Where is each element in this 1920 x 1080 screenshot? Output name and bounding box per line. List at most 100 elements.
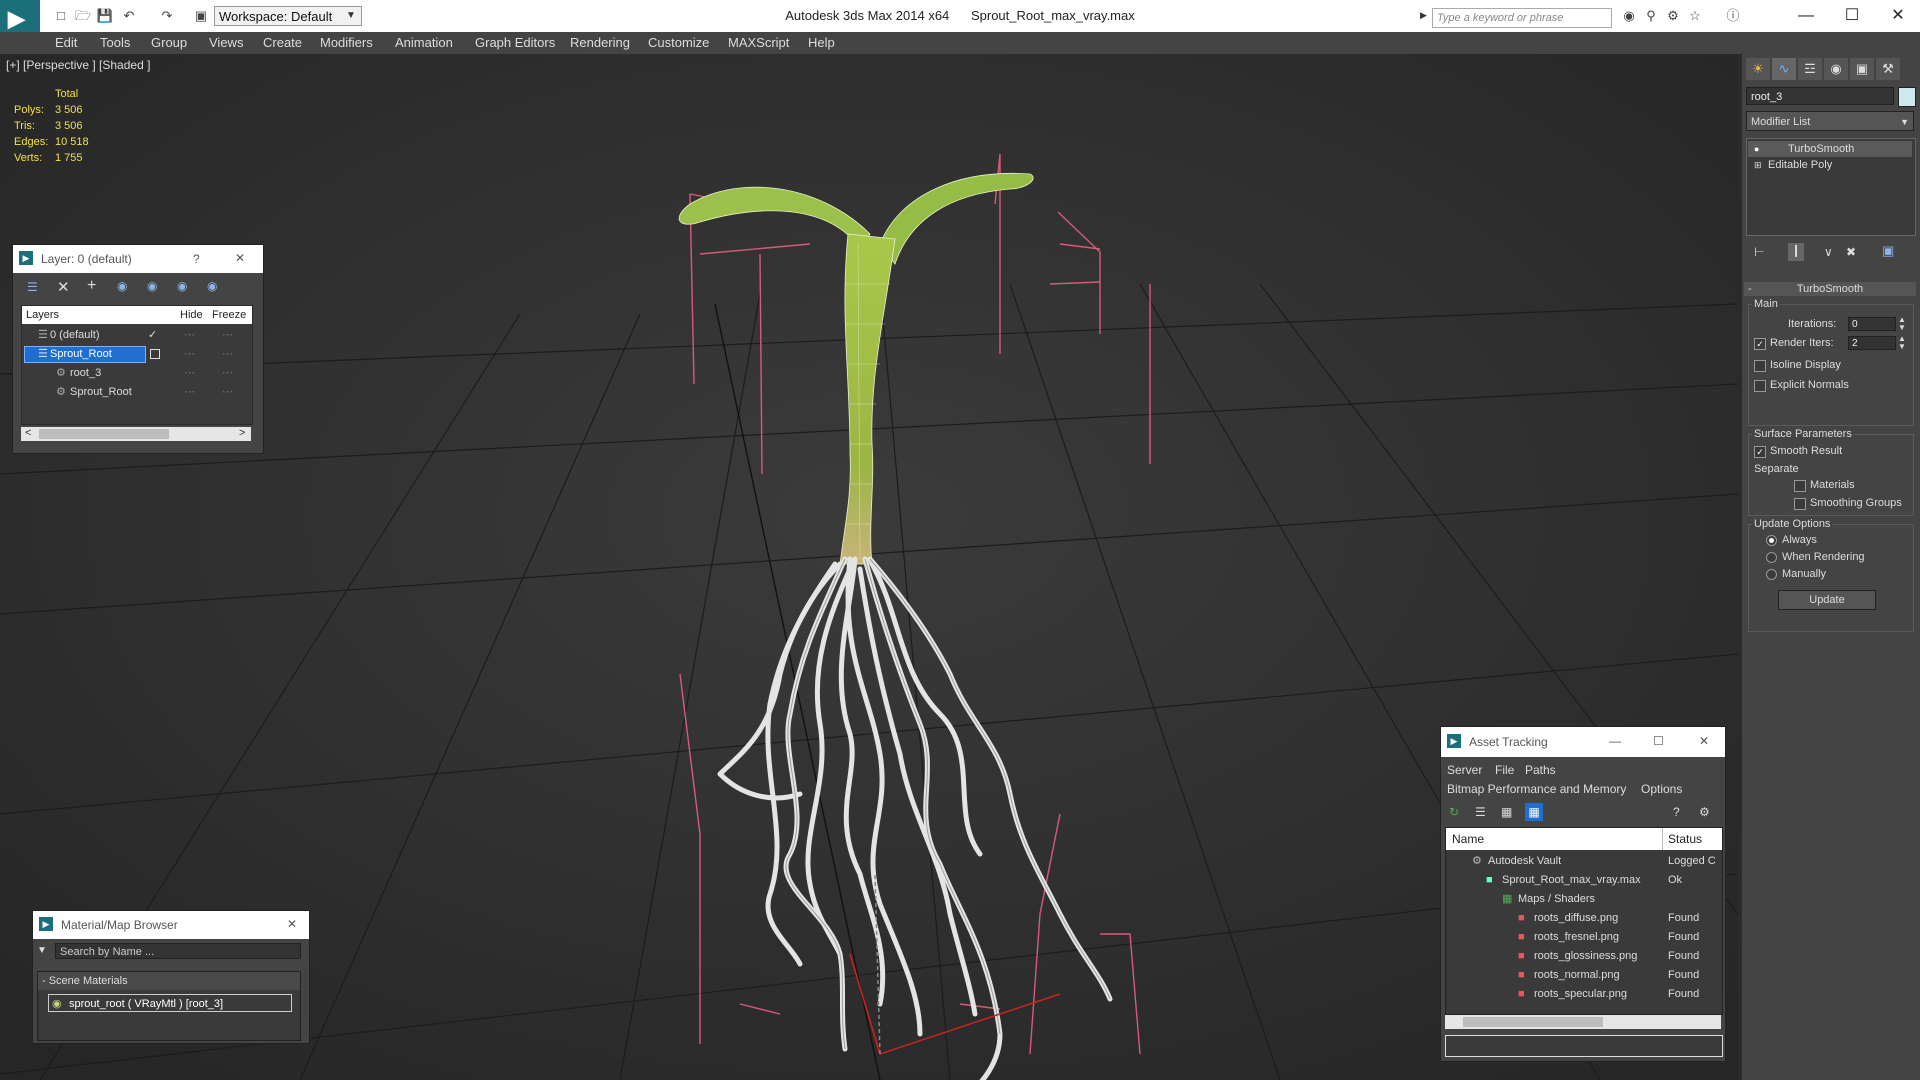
- layer-row[interactable]: ☰ 0 (default) ✓ ⋯ ⋯: [22, 326, 252, 345]
- stack-item-editable-poly[interactable]: ⊞ Editable Poly: [1748, 157, 1912, 173]
- hierarchy-tab-icon[interactable]: ☲: [1798, 58, 1822, 80]
- render-iters-checkbox[interactable]: ✓: [1754, 338, 1766, 350]
- minimize-button[interactable]: —: [1786, 4, 1826, 28]
- maximize-button[interactable]: ☐: [1653, 734, 1664, 748]
- help-icon[interactable]: ⓘ: [1724, 7, 1742, 25]
- table-row[interactable]: ■ Sprout_Root_max_vray.max Ok: [1446, 871, 1722, 890]
- smooth-result-checkbox[interactable]: ✓: [1754, 446, 1766, 458]
- col-hide[interactable]: Hide: [180, 309, 203, 321]
- undo-icon[interactable]: ↶: [120, 7, 138, 25]
- project-folder-icon[interactable]: ▣: [192, 7, 210, 25]
- hide-all-icon[interactable]: ◉: [177, 279, 187, 293]
- menu-graph-editors[interactable]: Graph Editors: [475, 35, 555, 50]
- collapse-icon[interactable]: -: [1748, 282, 1752, 296]
- freeze-toggle[interactable]: ⋯: [222, 364, 233, 383]
- update-manually-radio[interactable]: [1766, 569, 1777, 580]
- freeze-toggle[interactable]: ⋯: [222, 326, 233, 345]
- menu-server[interactable]: Server: [1447, 763, 1482, 777]
- col-freeze[interactable]: Freeze: [212, 309, 246, 321]
- expand-plus-icon[interactable]: ⊞: [1754, 157, 1762, 173]
- close-button[interactable]: ✕: [235, 251, 245, 265]
- key-icon[interactable]: ⚲: [1642, 7, 1660, 25]
- menu-paths[interactable]: Paths: [1525, 763, 1556, 777]
- make-unique-icon[interactable]: ∨: [1824, 245, 1833, 259]
- menu-animation[interactable]: Animation: [395, 35, 453, 50]
- communication-icon[interactable]: ⚙: [1664, 7, 1682, 25]
- redo-icon[interactable]: ↷: [158, 7, 176, 25]
- motion-tab-icon[interactable]: ◉: [1824, 58, 1848, 80]
- freeze-toggle[interactable]: ⋯: [222, 383, 233, 402]
- menu-create[interactable]: Create: [263, 35, 302, 50]
- grid-view-icon[interactable]: ▦: [1525, 803, 1543, 821]
- open-file-icon[interactable]: 🗁: [74, 7, 92, 25]
- col-layers[interactable]: Layers: [26, 309, 59, 321]
- modify-tab-icon[interactable]: ∿: [1772, 58, 1796, 80]
- binoculars-icon[interactable]: ◉: [1620, 7, 1638, 25]
- menu-group[interactable]: Group: [151, 35, 187, 50]
- active-check-icon[interactable]: ✓: [148, 326, 157, 345]
- browser-options-icon[interactable]: ▼: [37, 945, 47, 956]
- pin-stack-icon[interactable]: ⊢: [1754, 245, 1764, 259]
- save-file-icon[interactable]: 💾: [96, 7, 114, 25]
- layer-panel-header[interactable]: ▶ Layer: 0 (default) ? ✕: [13, 245, 263, 273]
- freeze-toggle[interactable]: ⋯: [222, 345, 233, 364]
- create-tab-icon[interactable]: ☀: [1746, 58, 1770, 80]
- chevron-down-icon[interactable]: ▼: [346, 7, 360, 25]
- menu-rendering[interactable]: Rendering: [570, 35, 630, 50]
- separate-smoothing-groups-checkbox[interactable]: [1794, 498, 1806, 510]
- lightbulb-icon[interactable]: ●: [1754, 141, 1759, 157]
- explicit-normals-checkbox[interactable]: [1754, 380, 1766, 392]
- layer-row[interactable]: ☰ Sprout_Root ⋯ ⋯: [22, 345, 252, 364]
- update-when-rendering-radio[interactable]: [1766, 552, 1777, 563]
- menu-file[interactable]: File: [1495, 763, 1514, 777]
- scroll-thumb[interactable]: [1463, 1017, 1603, 1027]
- object-row[interactable]: ⚙ Sprout_Root ⋯ ⋯: [22, 383, 252, 402]
- maximize-button[interactable]: ☐: [1832, 4, 1872, 28]
- menu-edit[interactable]: Edit: [55, 35, 77, 50]
- scroll-left-button[interactable]: <: [25, 427, 31, 439]
- configure-modifier-sets-icon[interactable]: ▣: [1882, 243, 1894, 259]
- spinner-arrows-icon[interactable]: ▲ ▼: [1898, 316, 1906, 332]
- turbosmooth-rollout-header[interactable]: - TurboSmooth: [1744, 282, 1916, 296]
- table-row[interactable]: ■ roots_specular.png Found: [1446, 985, 1722, 1004]
- hide-toggle[interactable]: ⋯: [184, 383, 195, 402]
- horizontal-scrollbar[interactable]: < >: [21, 427, 251, 441]
- menu-modifiers[interactable]: Modifiers: [320, 35, 373, 50]
- refresh-icon[interactable]: ↻: [1449, 805, 1459, 819]
- object-color-swatch[interactable]: [1898, 87, 1916, 107]
- hide-toggle[interactable]: ⋯: [184, 345, 195, 364]
- iterations-spinner[interactable]: 0: [1848, 317, 1896, 331]
- asset-path-field[interactable]: [1445, 1035, 1723, 1057]
- menu-bitmap-performance[interactable]: Bitmap Performance and Memory: [1447, 782, 1626, 796]
- modifier-list-dropdown[interactable]: Modifier List ▼: [1746, 111, 1914, 131]
- help-button[interactable]: ?: [193, 252, 200, 266]
- help-icon[interactable]: ?: [1673, 805, 1680, 819]
- search-expand-icon[interactable]: ▶: [1420, 10, 1427, 21]
- isoline-display-checkbox[interactable]: [1754, 360, 1766, 372]
- asset-tracking-header[interactable]: ▶ Asset Tracking — ☐ ✕: [1441, 727, 1725, 757]
- table-row[interactable]: ■ roots_diffuse.png Found: [1446, 909, 1722, 928]
- set-active-box[interactable]: [150, 349, 160, 359]
- separate-materials-checkbox[interactable]: [1794, 480, 1806, 492]
- close-button[interactable]: ✕: [1699, 734, 1709, 748]
- object-row[interactable]: ⚙ root_3 ⋯ ⋯: [22, 364, 252, 383]
- table-row[interactable]: ■ roots_glossiness.png Found: [1446, 947, 1722, 966]
- search-by-name-input[interactable]: Search by Name ...: [55, 943, 301, 959]
- scroll-thumb[interactable]: [39, 429, 169, 439]
- menu-maxscript[interactable]: MAXScript: [728, 35, 789, 50]
- new-file-icon[interactable]: □: [52, 7, 70, 25]
- scene-materials-group[interactable]: - Scene Materials: [38, 972, 300, 990]
- settings-icon[interactable]: ⚙: [1699, 805, 1710, 819]
- render-iters-spinner[interactable]: 2: [1848, 336, 1896, 350]
- table-row[interactable]: ■ roots_fresnel.png Found: [1446, 928, 1722, 947]
- list-view-icon[interactable]: ☰: [1475, 805, 1486, 819]
- table-row[interactable]: ⚙ Autodesk Vault Logged C: [1446, 852, 1722, 871]
- hide-toggle[interactable]: ⋯: [184, 326, 195, 345]
- remove-modifier-icon[interactable]: ✖: [1846, 245, 1856, 259]
- menu-help[interactable]: Help: [808, 35, 835, 50]
- material-item[interactable]: ◉ sprout_root ( VRayMtl ) [root_3]: [48, 994, 292, 1012]
- spinner-arrows-icon[interactable]: ▲ ▼: [1898, 335, 1906, 351]
- utilities-tab-icon[interactable]: ⚒: [1876, 58, 1900, 80]
- stack-item-turbosmooth[interactable]: ● TurboSmooth: [1748, 141, 1912, 157]
- freeze-all-icon[interactable]: ◉: [207, 279, 217, 293]
